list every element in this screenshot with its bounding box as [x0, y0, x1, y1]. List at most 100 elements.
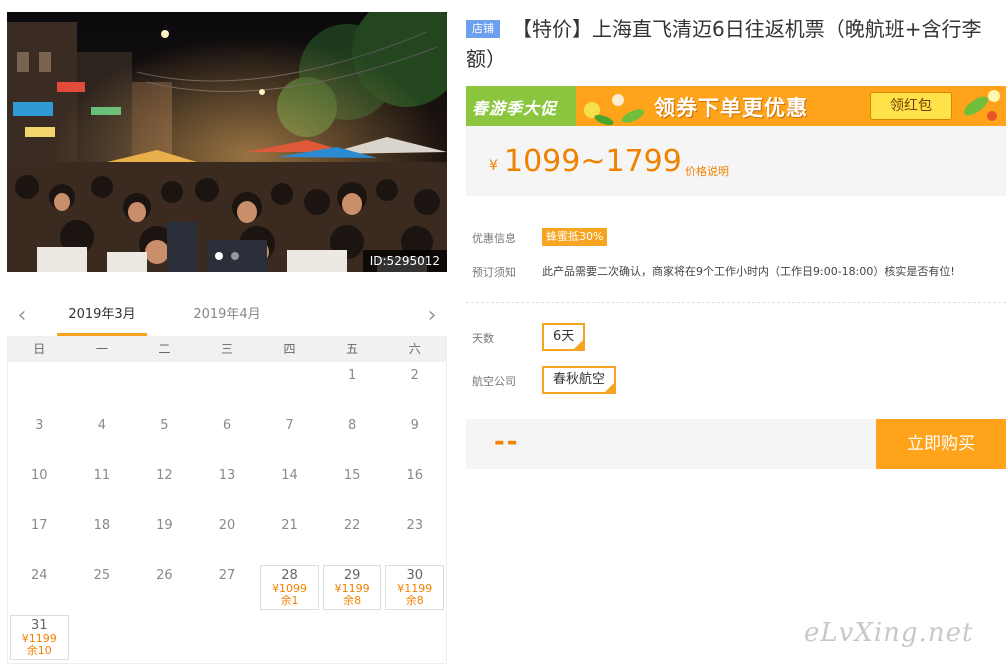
leaf-decor-icon: [964, 90, 1000, 121]
day-number: 8: [347, 418, 357, 433]
price-explanation-link[interactable]: 价格说明: [685, 163, 729, 179]
calendar-day-7: 7: [258, 412, 321, 462]
day-number: 2: [410, 368, 419, 383]
month-tab-march[interactable]: 2019年3月: [57, 298, 147, 336]
purchase-bar: -- 立即购买: [466, 419, 1006, 469]
day-number: 22: [343, 518, 361, 533]
day-number: 29: [343, 568, 361, 583]
day-number: 4: [97, 418, 106, 433]
weekday-sat: 六: [408, 342, 421, 356]
day-stock: 余1: [280, 594, 299, 607]
calendar-day-16: 16: [383, 462, 446, 512]
day-number: 23: [406, 518, 423, 533]
day-number: 14: [281, 468, 298, 483]
weekday-tue: 二: [158, 342, 171, 356]
days-label: 天数: [472, 332, 494, 345]
calendar-day-3: 3: [8, 412, 71, 462]
day-number: 24: [31, 568, 48, 583]
weekday-header: 日 一 二 三 四 五 六: [8, 337, 446, 362]
carousel-dot-2[interactable]: [231, 252, 239, 260]
days-option-6[interactable]: 6天: [542, 323, 586, 351]
airline-option-spring[interactable]: 春秋航空: [542, 366, 617, 394]
image-id-label: ID:5295012: [362, 250, 447, 272]
calendar-day-31[interactable]: 31 ¥1199 余10: [8, 612, 71, 662]
price-range: 1099~1799: [504, 144, 682, 179]
buy-now-button[interactable]: 立即购买: [876, 419, 1006, 469]
currency-symbol: ¥: [489, 158, 498, 174]
calendar-day-8: 8: [321, 412, 384, 462]
calendar-days: 1 2 3 4 5 6 7 8 9 10 11 12 13 14 15 16 17 18 19 20 21 22 23 24 2…: [8, 362, 446, 662]
calendar-day-4: 4: [71, 412, 134, 462]
weekday-wed: 三: [220, 342, 233, 356]
month-tab-april[interactable]: 2019年4月: [182, 298, 272, 336]
flower-decor-icon: [584, 94, 645, 126]
carousel-dot-1[interactable]: [215, 252, 223, 260]
day-number: 5: [160, 418, 169, 433]
day-number: 18: [93, 518, 111, 533]
day-stock: 余10: [26, 644, 52, 657]
calendar-day-9: 9: [383, 412, 446, 462]
calendar-day-empty: [71, 362, 134, 412]
calendar-day-5: 5: [133, 412, 196, 462]
day-number: 30: [406, 568, 423, 583]
airline-label: 航空公司: [472, 375, 516, 388]
calendar-day-21: 21: [258, 512, 321, 562]
promo-banner[interactable]: 春游季大促 领券下单更优惠 领红包: [466, 86, 1006, 126]
banner-event-text: 春游季大促: [472, 99, 558, 118]
day-number: 13: [218, 468, 236, 483]
calendar-day-15: 15: [321, 462, 384, 512]
promo-info-label: 优惠信息: [472, 232, 516, 245]
day-number: 12: [156, 468, 173, 483]
product-title-text: 【特价】上海直飞清迈6日往返机票（晚航班+含行李额）: [466, 17, 982, 71]
get-coupon-button[interactable]: 领红包: [870, 92, 952, 120]
calendar-day-20: 20: [196, 512, 259, 562]
day-number: 21: [281, 518, 298, 533]
calendar-day-24: 24: [8, 562, 71, 612]
banner-side-panel: 春游季大促: [466, 86, 576, 126]
booking-notice-text: 此产品需要二次确认，商家将在9个工作小时内（工作日9:00-18:00）核实是否…: [542, 265, 955, 278]
calendar-day-6: 6: [196, 412, 259, 462]
calendar-day-23: 23: [383, 512, 446, 562]
weekday-mon: 一: [95, 342, 108, 356]
calendar-day-empty: [196, 362, 259, 412]
calendar-day-30[interactable]: 30 ¥1199 余8: [383, 562, 446, 612]
calendar-day-17: 17: [8, 512, 71, 562]
day-number: 3: [35, 418, 44, 433]
day-number: 6: [222, 418, 232, 433]
calendar-day-28[interactable]: 28 ¥1099 余1: [258, 562, 321, 612]
calendar-day-29[interactable]: 29 ¥1199 余8: [321, 562, 384, 612]
calendar-day-empty: [133, 362, 196, 412]
day-number: 15: [343, 468, 361, 483]
night-market-photo: [7, 12, 447, 272]
weekday-fri: 五: [346, 342, 359, 356]
calendar-day-11: 11: [71, 462, 134, 512]
day-number: 28: [281, 568, 298, 583]
calendar-day-22: 22: [321, 512, 384, 562]
calendar-day-25: 25: [71, 562, 134, 612]
day-stock: 余8: [405, 594, 424, 607]
calendar-day-10: 10: [8, 462, 71, 512]
weekday-sun: 日: [33, 342, 46, 356]
day-number: 17: [31, 518, 48, 533]
day-number: 11: [93, 468, 111, 483]
day-number: 25: [93, 568, 111, 583]
chevron-left-icon[interactable]: ‹: [11, 302, 33, 330]
calendar-day-27: 27: [196, 562, 259, 612]
calendar-day-12: 12: [133, 462, 196, 512]
calendar-day-26: 26: [133, 562, 196, 612]
calendar-day-empty: [258, 362, 321, 412]
site-watermark: eLvXing.net: [804, 618, 974, 648]
day-number: 9: [410, 418, 419, 433]
hero-image: ID:5295012: [7, 12, 447, 272]
calendar-month-nav: ‹ 2019年3月 2019年4月 ›: [7, 298, 447, 336]
day-number: 16: [406, 468, 423, 483]
total-price: --: [494, 427, 520, 457]
day-number: 1: [347, 368, 357, 383]
banner-headline: 领券下单更优惠: [654, 96, 808, 120]
day-number: 7: [285, 418, 294, 433]
calendar-day-empty: [8, 362, 71, 412]
chevron-right-icon[interactable]: ›: [421, 302, 443, 330]
calendar-day-13: 13: [196, 462, 259, 512]
section-divider: [466, 302, 1006, 303]
price-calendar: 日 一 二 三 四 五 六 1 2 3 4 5 6 7 8 9 10 11 12 13 14 15 16 17 1…: [7, 336, 447, 664]
